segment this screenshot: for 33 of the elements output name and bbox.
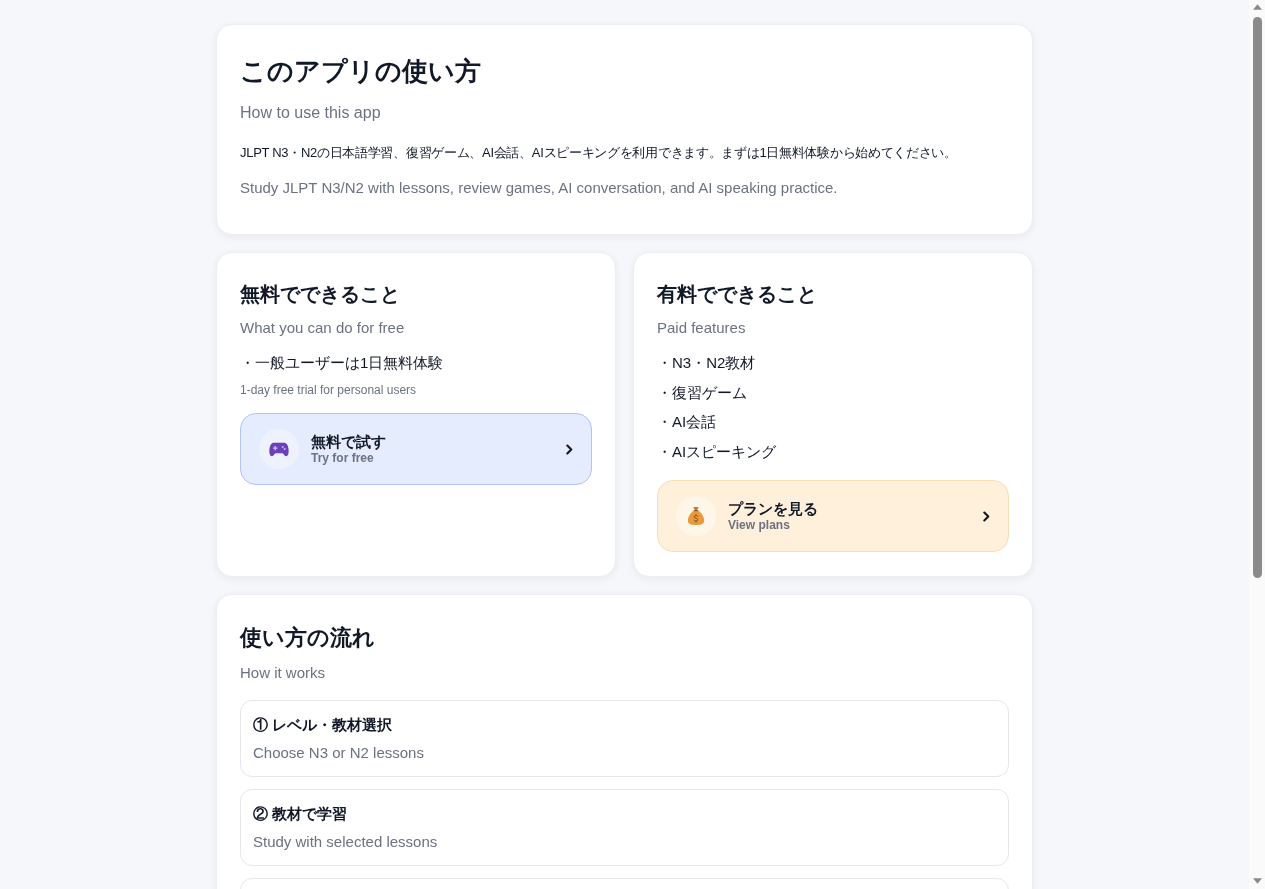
plan-button[interactable]: プランを見る View plans — [657, 480, 1009, 552]
card-subtitle: Paid features — [657, 318, 747, 338]
game-controller-icon — [259, 429, 299, 469]
description-english: Study JLPT N3/N2 with lessons, review games, AI conversation, and AI speaking practice. — [240, 178, 839, 198]
button-label: プランを見る — [728, 499, 819, 518]
scrollbar-thumb[interactable] — [1252, 17, 1262, 578]
card-subtitle: What you can do for free — [240, 318, 406, 338]
feature-note: 1-day free trial for personal users — [240, 382, 418, 399]
plan-button[interactable]: 無料で試す Try for free — [240, 413, 592, 485]
feature-item: ・AI会話 — [657, 412, 718, 432]
page-title: このアプリの使い方 — [240, 55, 482, 88]
button-sublabel: Try for free — [311, 451, 375, 466]
feature-item: ・AIスピーキング — [657, 441, 778, 462]
step-description: Study with selected lessons — [253, 832, 439, 852]
button-label: 無料で試す — [311, 432, 387, 451]
chevron-right-icon — [983, 510, 990, 522]
feature-item: ・復習ゲーム — [657, 382, 748, 403]
page-subtitle: How to use this app — [240, 103, 382, 123]
card-title: 有料でできること — [657, 282, 818, 307]
card-title: 無料でできること — [240, 282, 401, 307]
feature-item: ・N3・N2教材 — [657, 353, 757, 373]
step-title: ① レベル・教材選択 — [253, 715, 394, 735]
step-description: Choose N3 or N2 lessons — [253, 743, 425, 763]
feature-item: ・一般ユーザーは1日無料体験 — [240, 353, 445, 373]
description-japanese: JLPT N3・N2の日本語学習、復習ゲーム、AI会話、AIスピーキングを利用できます。まずは1日無料体験から始めてください。 — [240, 144, 958, 162]
money-bag-icon — [676, 496, 716, 536]
scroll-up-icon[interactable] — [1252, 4, 1262, 10]
step-title: ② 教材で学習 — [253, 804, 349, 824]
card-subtitle: How it works — [240, 663, 326, 683]
scroll-down-icon[interactable] — [1252, 878, 1262, 884]
chevron-right-icon — [566, 443, 573, 455]
card-title: 使い方の流れ — [240, 624, 376, 652]
button-sublabel: View plans — [728, 518, 791, 533]
